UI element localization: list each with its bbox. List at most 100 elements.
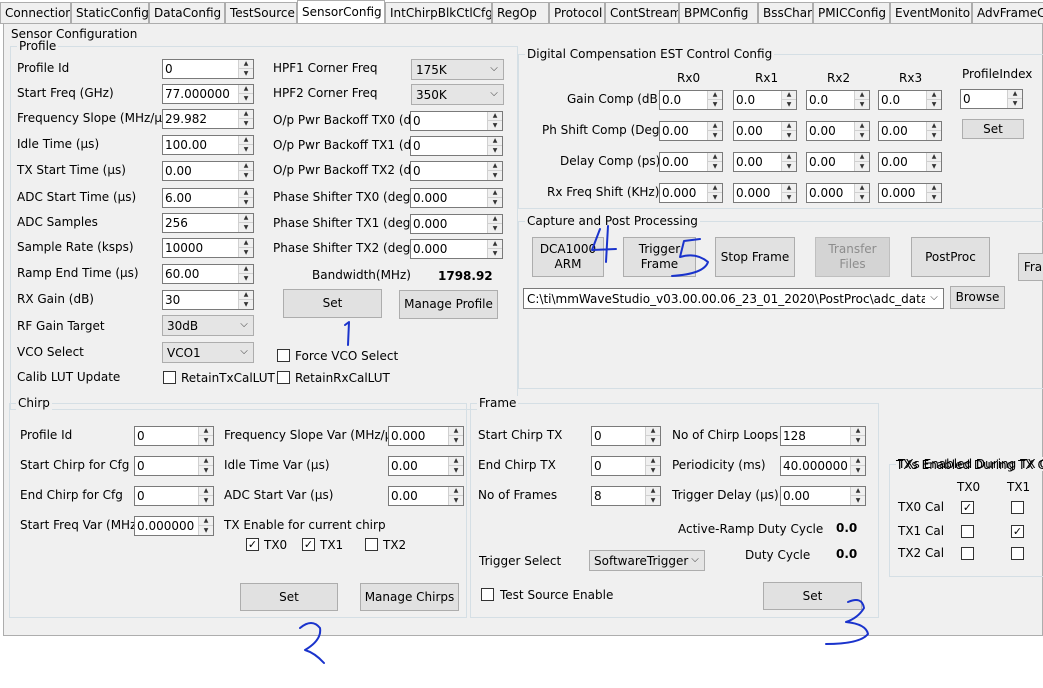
spinner-buttons[interactable]: ▲ ▼ — [448, 487, 463, 505]
pwr-tx1-input[interactable]: 0 ▲ ▼ — [410, 136, 503, 156]
spin-down-icon[interactable]: ▼ — [199, 436, 213, 445]
spin-down-icon[interactable]: ▼ — [646, 496, 660, 505]
stop-frame-button[interactable]: Stop Frame — [715, 237, 795, 277]
spin-down-icon[interactable]: ▼ — [646, 466, 660, 475]
spin-down-icon[interactable]: ▼ — [708, 131, 722, 140]
chirp-start-chirp-input[interactable]: 0 ▲ ▼ — [134, 456, 214, 476]
dc-input-value[interactable]: 0.00 — [736, 155, 780, 169]
spinner-buttons[interactable]: ▲ ▼ — [238, 291, 253, 309]
dc-input-value[interactable]: 0.000 — [736, 186, 780, 200]
profile-adc-samples-input[interactable]: 256 ▲ ▼ — [162, 213, 254, 233]
tab-intchirpblkctlcfg[interactable]: IntChirpBlkCtlCfg — [385, 2, 492, 23]
spin-down-icon[interactable]: ▼ — [488, 171, 502, 180]
retain-tx-checkbox[interactable] — [163, 371, 176, 384]
dc-set-button[interactable]: Set — [962, 119, 1024, 139]
spin-up-icon[interactable]: ▲ — [708, 122, 722, 131]
retain-rx-checkbox[interactable] — [277, 371, 290, 384]
spin-up-icon[interactable]: ▲ — [782, 91, 796, 100]
tab-protocol[interactable]: Protocol — [549, 2, 605, 23]
start-freq-var-input-value[interactable]: 0.000000 — [137, 519, 197, 533]
tab-advframec[interactable]: AdvFrameC — [972, 2, 1043, 23]
dc-input-value[interactable]: 0.00 — [662, 124, 706, 138]
profile-ramp-end-time-input[interactable]: 60.00 ▲ ▼ — [162, 264, 254, 284]
profile-tx-start-time-input-value[interactable]: 0.00 — [165, 164, 237, 178]
adc-start-var-input[interactable]: 0.00 ▲ ▼ — [388, 486, 464, 506]
tab-connection[interactable]: Connection — [0, 2, 71, 23]
chirp-tx0-checkbox[interactable]: ✓ — [246, 538, 259, 551]
force-vco-checkbox[interactable] — [277, 349, 290, 362]
frame-set-button[interactable]: Set — [763, 582, 862, 610]
spin-down-icon[interactable]: ▼ — [488, 146, 502, 155]
spin-up-icon[interactable]: ▲ — [1008, 90, 1022, 99]
spin-down-icon[interactable]: ▼ — [1008, 99, 1022, 108]
dc-input-value[interactable]: 0.0 — [662, 93, 706, 107]
spin-down-icon[interactable]: ▼ — [927, 162, 941, 171]
spin-up-icon[interactable]: ▲ — [708, 153, 722, 162]
spinner-buttons[interactable]: ▲ ▼ — [926, 122, 941, 140]
dc-input-value[interactable]: 0.000 — [662, 186, 706, 200]
spin-up-icon[interactable]: ▲ — [488, 112, 502, 121]
tab-bsschar[interactable]: BssChar — [758, 2, 813, 23]
frame-button-partial[interactable]: Fra — [1018, 253, 1043, 281]
dc-input[interactable]: 0.0 ▲ ▼ — [659, 90, 723, 110]
spin-down-icon[interactable]: ▼ — [927, 131, 941, 140]
profile-freq-slope-input[interactable]: 29.982 ▲ ▼ — [162, 109, 254, 129]
dc-input-value[interactable]: 0.000 — [881, 186, 925, 200]
spin-up-icon[interactable]: ▲ — [239, 239, 253, 248]
spinner-buttons[interactable]: ▲ ▼ — [781, 153, 796, 171]
spinner-buttons[interactable]: ▲ ▼ — [707, 122, 722, 140]
dca1000-arm-button[interactable]: DCA1000 ARM — [532, 237, 604, 277]
tab-sensorconfig[interactable]: SensorConfig — [297, 0, 385, 23]
spinner-buttons[interactable]: ▲ ▼ — [926, 184, 941, 202]
frame-no-frames-input-value[interactable]: 8 — [594, 489, 644, 503]
spinner-buttons[interactable]: ▲ ▼ — [707, 184, 722, 202]
profile-profile-id-input[interactable]: 0 ▲ ▼ — [162, 59, 254, 79]
freq-slope-var-input[interactable]: 0.000 ▲ ▼ — [388, 426, 464, 446]
spin-down-icon[interactable]: ▼ — [239, 69, 253, 78]
spin-down-icon[interactable]: ▼ — [855, 193, 869, 202]
tab-dataconfig[interactable]: DataConfig — [149, 2, 225, 23]
spin-down-icon[interactable]: ▼ — [488, 198, 502, 207]
profile-ramp-end-time-input-value[interactable]: 60.00 — [165, 267, 237, 281]
spinner-buttons[interactable]: ▲ ▼ — [781, 91, 796, 109]
profile-profile-id-input-value[interactable]: 0 — [165, 62, 237, 76]
tx-cal-checkbox[interactable]: ✓ — [1011, 525, 1024, 538]
chirp-end-chirp-input[interactable]: 0 ▲ ▼ — [134, 486, 214, 506]
spin-up-icon[interactable]: ▲ — [199, 427, 213, 436]
chevron-down-icon[interactable]: ⌵ — [488, 62, 500, 76]
spin-up-icon[interactable]: ▲ — [488, 215, 502, 224]
adc-start-var-input-value[interactable]: 0.00 — [391, 489, 447, 503]
profile-index-input-value[interactable]: 0 — [963, 92, 1006, 106]
frame-end-chirp-tx-input-value[interactable]: 0 — [594, 459, 644, 473]
spin-up-icon[interactable]: ▲ — [855, 91, 869, 100]
spin-down-icon[interactable]: ▼ — [239, 145, 253, 154]
spinner-buttons[interactable]: ▲ ▼ — [645, 427, 660, 445]
spin-down-icon[interactable]: ▼ — [851, 496, 865, 505]
chirp-set-button[interactable]: Set — [240, 583, 338, 611]
spinner-buttons[interactable]: ▲ ▼ — [854, 184, 869, 202]
spinner-buttons[interactable]: ▲ ▼ — [850, 457, 865, 475]
dc-input[interactable]: 0.00 ▲ ▼ — [659, 152, 723, 172]
spin-up-icon[interactable]: ▲ — [488, 137, 502, 146]
frame-periodicity-input-value[interactable]: 40.000000 — [783, 459, 849, 473]
pwr-tx0-input-value[interactable]: 0 — [413, 114, 486, 128]
spin-down-icon[interactable]: ▼ — [449, 436, 463, 445]
spin-down-icon[interactable]: ▼ — [851, 436, 865, 445]
profile-adc-start-time-input-value[interactable]: 6.00 — [165, 191, 237, 205]
spinner-buttons[interactable]: ▲ ▼ — [238, 189, 253, 207]
manage-profile-button[interactable]: Manage Profile — [399, 290, 498, 319]
browse-button[interactable]: Browse — [950, 286, 1005, 309]
dc-input-value[interactable]: 0.00 — [662, 155, 706, 169]
dc-input-value[interactable]: 0.00 — [736, 124, 780, 138]
profile-freq-slope-input-value[interactable]: 29.982 — [165, 112, 237, 126]
spin-up-icon[interactable]: ▲ — [449, 427, 463, 436]
dc-input[interactable]: 0.00 ▲ ▼ — [659, 121, 723, 141]
spinner-buttons[interactable]: ▲ ▼ — [645, 487, 660, 505]
spinner-buttons[interactable]: ▲ ▼ — [850, 487, 865, 505]
dc-input[interactable]: 0.000 ▲ ▼ — [733, 183, 797, 203]
frame-trigger-delay-input-value[interactable]: 0.00 — [783, 489, 849, 503]
spinner-buttons[interactable]: ▲ ▼ — [238, 265, 253, 283]
spin-down-icon[interactable]: ▼ — [488, 224, 502, 233]
dc-input-value[interactable]: 0.0 — [736, 93, 780, 107]
chirp-tx1-checkbox[interactable]: ✓ — [302, 538, 315, 551]
